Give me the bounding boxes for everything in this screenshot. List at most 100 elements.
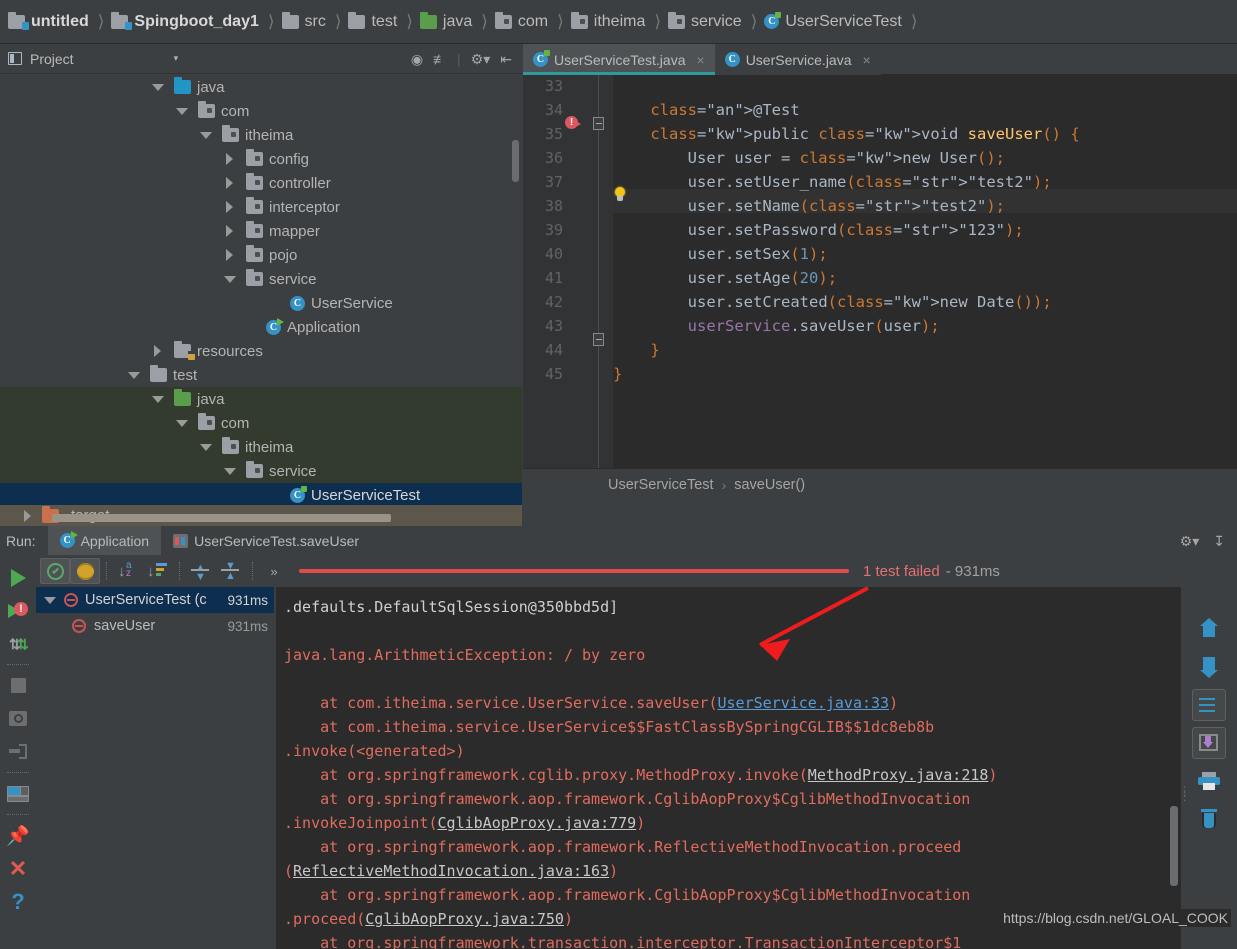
help-icon[interactable]: ? (0, 885, 36, 918)
test-runner-toolbar[interactable]: ↓ a z ↓ ▲ ▼ ▼ ▲ » 1 test failed - 931ms (36, 555, 1181, 587)
dump-threads-icon[interactable] (0, 702, 36, 735)
chevron-right-icon[interactable] (224, 177, 236, 189)
project-tree-row[interactable]: interceptor (0, 195, 522, 219)
console-right-toolbar[interactable]: ::: (1181, 587, 1237, 949)
editor-breadcrumb-method[interactable]: saveUser() (734, 477, 805, 493)
breadcrumb-item-untitled[interactable]: untitled (8, 0, 89, 44)
breadcrumb-item-test[interactable]: test (348, 0, 397, 44)
scroll-down-icon[interactable] (1192, 651, 1226, 683)
test-tree-row-userservicetest[interactable]: UserServiceTest (c 931ms (36, 587, 274, 613)
export-icon[interactable] (1192, 727, 1226, 759)
project-tree-scrollbar[interactable] (512, 140, 519, 182)
chevron-right-icon[interactable] (224, 201, 236, 213)
breadcrumb-item-service[interactable]: service (668, 0, 742, 44)
project-tree-row[interactable]: com (0, 411, 522, 435)
code-line[interactable]: } (613, 365, 622, 383)
project-tree-horizontal-scrollbar[interactable] (52, 514, 391, 522)
editor-breadcrumb-class[interactable]: UserServiceTest (608, 477, 714, 493)
test-results-tree[interactable]: UserServiceTest (c 931ms saveUser 931ms (36, 587, 274, 949)
wrap-text-icon[interactable] (1192, 689, 1226, 721)
editor-tab-userservice[interactable]: C UserService.java × (714, 44, 881, 75)
breadcrumb-item-src[interactable]: src (281, 0, 326, 44)
project-tree[interactable]: java com itheima config controller intercepto… (0, 75, 522, 523)
exit-icon[interactable] (0, 735, 36, 768)
scroll-up-icon[interactable] (1192, 613, 1226, 645)
code-line[interactable]: } (613, 341, 659, 359)
show-passed-icon[interactable] (40, 558, 70, 584)
stacktrace-link[interactable]: MethodProxy.java:218 (808, 766, 989, 784)
code-line[interactable]: user.setPassword(class="str">"123"); (613, 221, 1024, 239)
project-tree-row[interactable]: test (0, 363, 522, 387)
project-tree-row[interactable]: java (0, 387, 522, 411)
project-tree-row[interactable]: pojo (0, 243, 522, 267)
hide-panel-icon[interactable]: ⇤ (500, 52, 512, 66)
expand-all-icon[interactable]: ▲ ▼ (186, 558, 216, 584)
console-output[interactable]: .defaults.DefaultSqlSession@350bbd5d] ja… (276, 587, 1181, 949)
layout-settings-icon[interactable] (0, 777, 36, 810)
settings-gear-icon[interactable]: ⚙▾ (1180, 534, 1200, 548)
project-tree-row[interactable]: controller (0, 171, 522, 195)
close-icon[interactable]: × (863, 52, 871, 68)
clear-all-icon[interactable] (1192, 803, 1226, 835)
code-line[interactable]: user.setUser_name(class="str">"test2"); (613, 173, 1052, 191)
breadcrumb-item-spingboot-day1[interactable]: Spingboot_day1 (111, 0, 259, 44)
project-tree-row[interactable]: itheima (0, 123, 522, 147)
breadcrumb-item-userservicetest[interactable]: C UserServiceTest (764, 0, 902, 44)
code-line[interactable]: user.setAge(20); (613, 269, 837, 287)
chevron-down-icon[interactable] (200, 129, 212, 141)
breadcrumb-item-com[interactable]: com (494, 0, 548, 44)
project-tree-row[interactable]: resources (0, 339, 522, 363)
close-icon[interactable]: ✕ (0, 852, 36, 885)
chevron-down-icon[interactable] (176, 105, 188, 117)
code-line[interactable]: userService.saveUser(user); (613, 317, 940, 335)
chevron-down-icon[interactable] (152, 81, 164, 93)
chevron-down-icon[interactable] (224, 273, 236, 285)
project-tree-row[interactable]: config (0, 147, 522, 171)
stacktrace-link[interactable]: UserService.java:33 (717, 694, 889, 712)
chevron-right-icon[interactable] (152, 345, 164, 357)
intention-bulb-icon[interactable] (613, 187, 627, 203)
chevron-down-icon[interactable] (128, 369, 140, 381)
code-line[interactable]: User user = class="kw">new User(); (613, 149, 1005, 167)
code-line[interactable]: class="an">@Test (613, 101, 799, 119)
rerun-failed-tests-icon[interactable]: ! (0, 594, 36, 627)
toggle-auto-test-icon[interactable]: ⇅ ⇅ (0, 627, 36, 660)
expand-collapse-icon[interactable]: ≢ (433, 52, 447, 66)
project-tree-row[interactable]: com (0, 99, 522, 123)
test-tree-row-saveuser[interactable]: saveUser 931ms (36, 613, 274, 639)
run-tab-application[interactable]: C Application (47, 526, 162, 555)
chevron-down-icon[interactable] (176, 417, 188, 429)
stacktrace-link[interactable]: ReflectiveMethodInvocation.java:163 (293, 862, 609, 880)
breadcrumb-item-itheima[interactable]: itheima (570, 0, 645, 44)
chevron-down-icon[interactable] (224, 465, 236, 477)
run-left-toolbar[interactable]: ! ⇅ ⇅ 📌 ✕ ? (0, 555, 36, 949)
project-tree-row[interactable]: itheima (0, 435, 522, 459)
code-line[interactable]: class="kw">public class="kw">void saveUs… (613, 125, 1079, 143)
hide-window-icon[interactable]: ↧ (1213, 534, 1225, 548)
console-vertical-scrollbar[interactable] (1170, 806, 1178, 886)
chevron-down-icon[interactable] (152, 393, 164, 405)
code-line[interactable]: user.setName(class="str">"test2"); (613, 197, 1005, 215)
project-tree-row[interactable]: C UserService (0, 291, 522, 315)
chevron-right-icon[interactable] (224, 225, 236, 237)
chevron-right-icon[interactable] (22, 509, 34, 522)
sort-alphabetically-icon[interactable]: ↓ a z (113, 558, 143, 584)
project-tree-row[interactable]: C Application (0, 315, 522, 339)
chevron-down-icon[interactable]: ▾ (174, 53, 179, 64)
editor-tab-userservicetest[interactable]: C UserServiceTest.java × (523, 44, 715, 75)
drag-handle-dots[interactable]: ::: (1183, 783, 1187, 803)
chevron-down-icon[interactable] (44, 594, 56, 606)
code-fold-collapse-icon[interactable] (593, 333, 604, 346)
close-icon[interactable]: × (697, 52, 705, 68)
more-icon[interactable]: » (259, 558, 289, 584)
collapse-all-icon[interactable]: ▼ ▲ (216, 558, 246, 584)
run-test-failed-gutter-icon[interactable]: ! (565, 116, 581, 132)
chevron-right-icon[interactable] (224, 249, 236, 261)
pin-tab-icon[interactable]: 📌 (0, 819, 36, 852)
stop-icon[interactable] (0, 669, 36, 702)
project-tree-row[interactable]: service (0, 459, 522, 483)
project-tree-row[interactable]: C UserServiceTest (0, 483, 522, 507)
rerun-icon[interactable] (0, 561, 36, 594)
code-fold-collapse-icon[interactable] (593, 117, 604, 130)
chevron-down-icon[interactable] (200, 441, 212, 453)
